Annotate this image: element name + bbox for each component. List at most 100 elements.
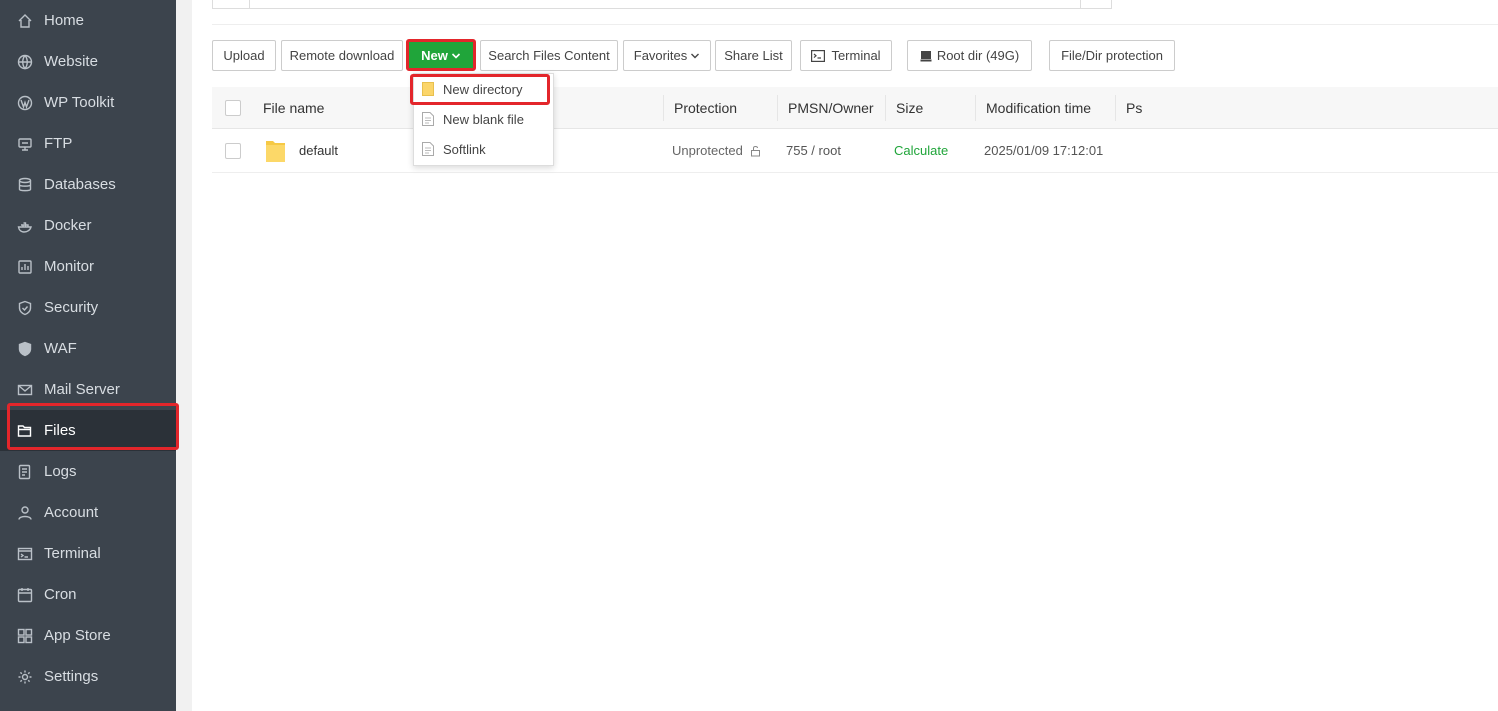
- sidebar-item-label: Databases: [44, 176, 116, 193]
- sidebar-item-label: FTP: [44, 135, 73, 152]
- sidebar-item-label: Docker: [44, 217, 92, 234]
- column-separator: [777, 95, 778, 121]
- sidebar-item-cron[interactable]: Cron: [0, 574, 176, 615]
- sidebar-item-app-store[interactable]: App Store: [0, 615, 176, 656]
- sidebar-item-docker[interactable]: Docker: [0, 205, 176, 246]
- sidebar-item-databases[interactable]: Databases: [0, 164, 176, 205]
- file-icon: [422, 142, 434, 156]
- menu-item-new-blank-file[interactable]: New blank file: [414, 104, 553, 134]
- sidebar-item-label: Website: [44, 53, 98, 70]
- upload-button[interactable]: Upload: [212, 40, 276, 71]
- terminal-icon: [811, 49, 826, 62]
- sidebar-item-website[interactable]: Website: [0, 41, 176, 82]
- root-dir-button[interactable]: Root dir (49G): [907, 40, 1032, 71]
- sidebar-item-monitor[interactable]: Monitor: [0, 246, 176, 287]
- sidebar-item-logs[interactable]: Logs: [0, 451, 176, 492]
- sidebar-item-ftp[interactable]: FTP: [0, 123, 176, 164]
- column-header-pmsn-owner[interactable]: PMSN/Owner: [788, 87, 874, 128]
- column-separator: [663, 95, 664, 121]
- grid-icon: [17, 628, 33, 644]
- sidebar-item-terminal[interactable]: Terminal: [0, 533, 176, 574]
- column-header-protection[interactable]: Protection: [674, 87, 737, 128]
- table-row[interactable]: default Unprotected 755 / root Calculate…: [212, 129, 1498, 173]
- protection-status-label: Unprotected: [672, 143, 743, 158]
- sidebar-item-label: Logs: [44, 463, 77, 480]
- unlock-icon: [750, 145, 762, 157]
- sidebar-item-security[interactable]: Security: [0, 287, 176, 328]
- modification-time: 2025/01/09 17:12:01: [984, 143, 1104, 158]
- file-icon: [422, 112, 434, 126]
- terminal-button[interactable]: Terminal: [800, 40, 892, 71]
- file-dir-protection-label: File/Dir protection: [1061, 48, 1163, 63]
- sidebar-item-label: Monitor: [44, 258, 95, 275]
- menu-item-label: Softlink: [443, 141, 486, 157]
- row-checkbox[interactable]: [225, 143, 241, 159]
- sidebar-item-label: Cron: [44, 586, 77, 603]
- docker-icon: [17, 218, 33, 234]
- sidebar-item-wp-toolkit[interactable]: WP Toolkit: [0, 82, 176, 123]
- sidebar-item-label: WP Toolkit: [44, 94, 115, 111]
- sidebar-item-label: Terminal: [44, 545, 101, 562]
- file-name[interactable]: default: [299, 129, 338, 172]
- column-header-ps[interactable]: Ps: [1126, 87, 1142, 128]
- waf-shield-icon: [17, 341, 33, 357]
- sidebar: Home Website WP Toolkit FTP Databases Do…: [0, 0, 176, 711]
- favorites-label: Favorites: [633, 48, 688, 63]
- folder-icon: [265, 129, 287, 172]
- protection-status[interactable]: Unprotected: [672, 129, 762, 172]
- menu-item-softlink[interactable]: Softlink: [414, 134, 553, 164]
- sidebar-item-label: Home: [44, 12, 85, 29]
- clock-icon: [17, 587, 33, 603]
- column-header-file-name[interactable]: File name: [263, 87, 324, 128]
- user-icon: [17, 505, 33, 521]
- share-list-button[interactable]: Share List: [715, 40, 792, 71]
- column-header-size[interactable]: Size: [896, 87, 923, 128]
- gear-icon: [17, 669, 33, 685]
- sidebar-item-account[interactable]: Account: [0, 492, 176, 533]
- table-header: File name Protection PMSN/Owner Size Mod…: [212, 87, 1498, 129]
- terminal-icon: [17, 546, 33, 562]
- favorites-button[interactable]: Favorites: [623, 40, 711, 71]
- sidebar-item-label: WAF: [44, 340, 77, 357]
- column-header-modification-time[interactable]: Modification time: [986, 87, 1091, 128]
- divider: [212, 24, 1498, 25]
- sidebar-item-waf[interactable]: WAF: [0, 328, 176, 369]
- globe-icon: [17, 54, 33, 70]
- path-divider: [249, 0, 250, 8]
- share-list-label: Share List: [724, 48, 783, 63]
- select-all-checkbox[interactable]: [225, 100, 241, 116]
- calculate-size-link[interactable]: Calculate: [894, 129, 948, 172]
- column-separator: [885, 95, 886, 121]
- permission-owner[interactable]: 755 / root: [786, 129, 841, 172]
- files-highlight-box: [7, 403, 179, 450]
- upload-button-label: Upload: [223, 48, 265, 63]
- mail-icon: [17, 382, 33, 398]
- terminal-label: Terminal: [831, 48, 881, 63]
- remote-download-button[interactable]: Remote download: [281, 40, 403, 71]
- sidebar-item-settings[interactable]: Settings: [0, 656, 176, 697]
- path-input[interactable]: [212, 0, 1112, 9]
- file-dir-protection-button[interactable]: File/Dir protection: [1049, 40, 1175, 71]
- search-files-content-button[interactable]: Search Files Content: [480, 40, 618, 71]
- new-button-highlight-box: [406, 39, 476, 71]
- ftp-icon: [17, 136, 33, 152]
- sidebar-item-home[interactable]: Home: [0, 0, 176, 41]
- column-separator: [975, 95, 976, 121]
- sidebar-item-label: App Store: [44, 627, 111, 644]
- new-directory-highlight-box: [410, 74, 550, 105]
- sidebar-item-label: Mail Server: [44, 381, 120, 398]
- file-manager: Upload Remote download New Search Files …: [192, 0, 1498, 711]
- monitor-icon: [17, 259, 33, 275]
- column-separator: [1115, 95, 1116, 121]
- menu-item-label: New blank file: [443, 111, 524, 127]
- remote-download-label: Remote download: [289, 48, 395, 63]
- database-icon: [17, 177, 33, 193]
- sidebar-item-label: Account: [44, 504, 99, 521]
- sidebar-item-label: Security: [44, 299, 99, 316]
- disk-icon: [920, 50, 932, 62]
- home-icon: [17, 13, 33, 29]
- logs-icon: [17, 464, 33, 480]
- search-files-content-label: Search Files Content: [488, 48, 610, 63]
- sidebar-item-label: Settings: [44, 668, 99, 685]
- path-divider: [1080, 0, 1081, 8]
